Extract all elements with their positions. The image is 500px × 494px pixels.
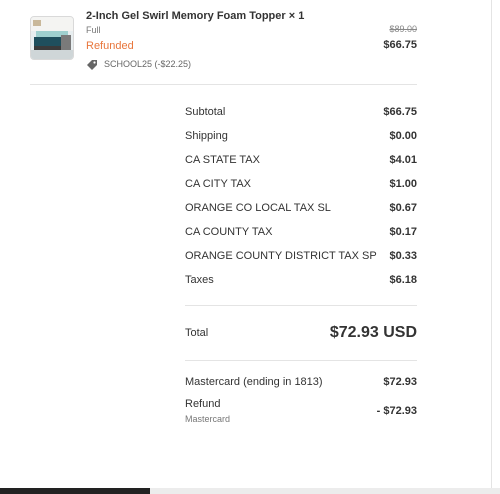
summary-value: $1.00 bbox=[389, 178, 417, 190]
refund-label: Refund bbox=[185, 398, 221, 410]
summary-value: $6.18 bbox=[389, 274, 417, 286]
payment-row-card: Mastercard (ending in 1813) $72.93 bbox=[185, 376, 417, 390]
order-line-item: 2-Inch Gel Swirl Memory Foam Topper × 1 … bbox=[30, 10, 418, 74]
summary-label: Shipping bbox=[185, 130, 228, 142]
summary-value: $0.17 bbox=[389, 226, 417, 238]
summary-row-orange-co-local-tax: ORANGE CO LOCAL TAX SL $0.67 bbox=[185, 202, 417, 216]
bottom-bar bbox=[0, 488, 500, 494]
discount-code: SCHOOL25 (-$22.25) bbox=[104, 59, 192, 69]
original-price: $89.00 bbox=[389, 24, 417, 34]
summary-row-subtotal: Subtotal $66.75 bbox=[185, 106, 417, 120]
panel-edge bbox=[491, 0, 492, 494]
summary-row-ca-state-tax: CA STATE TAX $4.01 bbox=[185, 154, 417, 168]
discount-row: SCHOOL25 (-$22.25) bbox=[86, 58, 191, 70]
refund-status: Refunded bbox=[86, 40, 134, 52]
summary-value: $0.33 bbox=[389, 250, 417, 262]
divider bbox=[185, 305, 417, 306]
summary-label: Taxes bbox=[185, 274, 214, 286]
divider bbox=[30, 84, 417, 85]
summary-row-ca-city-tax: CA CITY TAX $1.00 bbox=[185, 178, 417, 192]
refund-amount: - $72.93 bbox=[376, 405, 417, 417]
payment-amount: $72.93 bbox=[383, 376, 417, 388]
payment-row-refund: Refund - $72.93 bbox=[185, 398, 417, 417]
total-label: Total bbox=[185, 327, 209, 339]
summary-label: CA STATE TAX bbox=[185, 154, 260, 166]
summary-value: $4.01 bbox=[389, 154, 417, 166]
tag-icon bbox=[86, 58, 98, 70]
refund-method: Mastercard bbox=[185, 414, 231, 424]
payment-method-label: Mastercard (ending in 1813) bbox=[185, 376, 323, 388]
final-price: $66.75 bbox=[383, 39, 417, 51]
summary-row-ca-county-tax: CA COUNTY TAX $0.17 bbox=[185, 226, 417, 240]
summary-label: CA COUNTY TAX bbox=[185, 226, 273, 238]
summary-row-orange-county-district-tax: ORANGE COUNTY DISTRICT TAX SP $0.33 bbox=[185, 250, 417, 264]
summary-label: ORANGE COUNTY DISTRICT TAX SP bbox=[185, 250, 377, 262]
divider bbox=[185, 360, 417, 361]
summary-label: Subtotal bbox=[185, 106, 226, 118]
product-title: 2-Inch Gel Swirl Memory Foam Topper × 1 bbox=[86, 10, 305, 22]
product-thumbnail bbox=[30, 16, 74, 60]
product-variant: Full bbox=[86, 25, 101, 35]
total-amount: $72.93 USD bbox=[329, 324, 417, 341]
summary-row-shipping: Shipping $0.00 bbox=[185, 130, 417, 144]
summary-value: $66.75 bbox=[383, 106, 417, 118]
summary-value: $0.67 bbox=[389, 202, 417, 214]
summary-row-taxes: Taxes $6.18 bbox=[185, 274, 417, 288]
summary-value: $0.00 bbox=[389, 130, 417, 142]
summary-label: ORANGE CO LOCAL TAX SL bbox=[185, 202, 331, 214]
summary-label: CA CITY TAX bbox=[185, 178, 252, 190]
